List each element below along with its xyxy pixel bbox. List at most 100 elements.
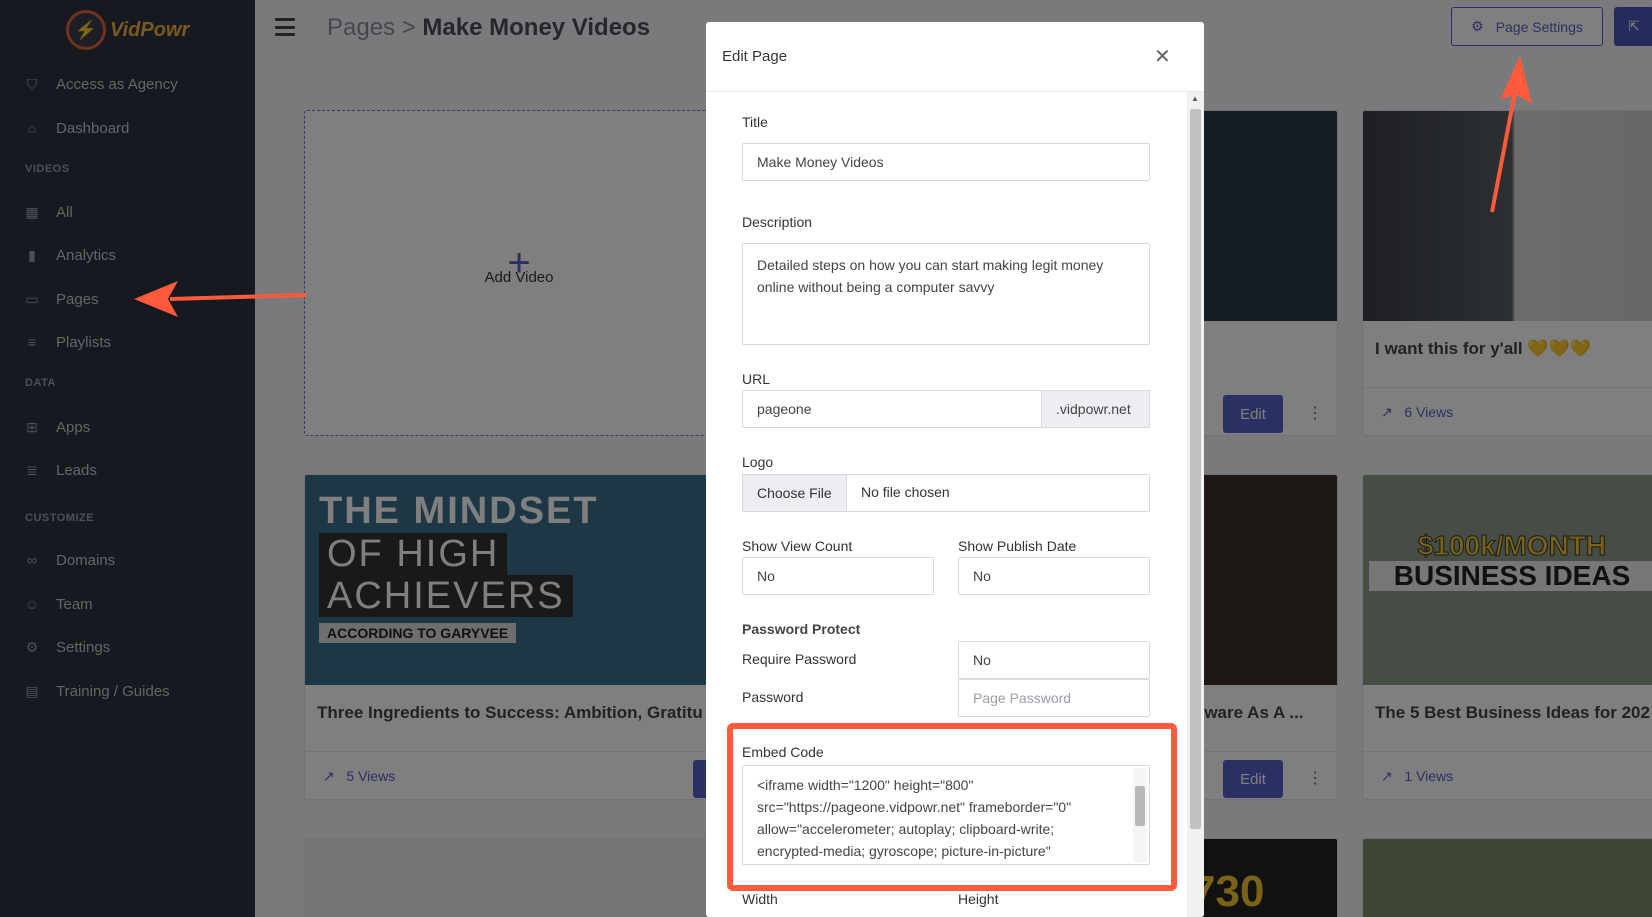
- external-link-button[interactable]: ⇱: [1614, 7, 1652, 46]
- sidebar-item-settings[interactable]: ⚙ Settings: [24, 635, 110, 659]
- width-label: Width: [742, 891, 778, 907]
- section-videos: VIDEOS: [25, 163, 70, 175]
- video-card[interactable]: [304, 838, 734, 917]
- users-icon: ☺: [24, 596, 40, 612]
- book-icon: ▤: [25, 683, 39, 699]
- sidebar-item-all[interactable]: ▦ All: [24, 200, 72, 224]
- show-view-count-select[interactable]: No: [742, 557, 934, 595]
- password-input[interactable]: Page Password: [958, 679, 1150, 717]
- sidebar-item-dashboard[interactable]: ⌂ Dashboard: [24, 116, 130, 140]
- video-card[interactable]: THE MINDSET OF HIGH ACHIEVERS ACCORDING …: [304, 474, 734, 800]
- password-protect-heading: Password Protect: [742, 621, 861, 637]
- logo-label: Logo: [742, 454, 774, 470]
- embed-scrollbar[interactable]: [1133, 768, 1147, 862]
- film-icon: ▦: [25, 204, 39, 220]
- sidebar-item-label: Dashboard: [56, 119, 130, 137]
- video-card[interactable]: I want this for y'all 💛💛💛 ↗ 6 Views: [1362, 110, 1652, 436]
- video-thumbnail[interactable]: [1363, 111, 1652, 321]
- gear-icon: ⚙: [25, 639, 39, 655]
- card-footer: Edit ⋮: [1191, 387, 1337, 435]
- sidebar-item-label: Pages: [56, 290, 99, 308]
- video-thumbnail[interactable]: [1191, 111, 1337, 321]
- title-label: Title: [742, 114, 768, 130]
- link-icon: ∞: [27, 552, 37, 568]
- show-publish-date-select[interactable]: No: [958, 557, 1150, 595]
- sidebar-item-domains[interactable]: ∞ Domains: [24, 548, 115, 572]
- folder-icon: ▭: [25, 291, 39, 307]
- sidebar-item-label: Apps: [56, 418, 91, 436]
- close-icon[interactable]: ✕: [1154, 44, 1171, 69]
- modal-scrollbar[interactable]: ▲: [1187, 92, 1204, 917]
- url-suffix: .vidpowr.net: [1041, 390, 1150, 428]
- video-thumbnail[interactable]: [1191, 475, 1337, 685]
- card-title: I want this for y'all 💛💛💛: [1375, 339, 1591, 358]
- description-textarea[interactable]: Detailed steps on how you can start maki…: [742, 243, 1150, 345]
- add-video-label: Add Video: [484, 268, 554, 286]
- card-footer: ↗ 5 Views: [305, 751, 733, 799]
- video-thumbnail[interactable]: THE MINDSET OF HIGH ACHIEVERS ACCORDING …: [305, 475, 733, 685]
- trend-icon: ↗: [1381, 768, 1393, 784]
- thumb-line1: THE MINDSET: [319, 490, 599, 532]
- password-label: Password: [742, 689, 804, 705]
- scroll-up-icon[interactable]: ▲: [1191, 94, 1199, 103]
- card-title: The 5 Best Business Ideas for 202: [1375, 703, 1650, 722]
- video-card[interactable]: [1362, 838, 1652, 917]
- video-card[interactable]: ftware As A ... Edit ⋮: [1190, 474, 1338, 800]
- url-label: URL: [742, 371, 771, 387]
- sidebar-item-apps[interactable]: ⊞ Apps: [24, 415, 90, 439]
- video-card[interactable]: Edit ⋮: [1190, 110, 1338, 436]
- sidebar-item-label: Settings: [56, 638, 111, 656]
- trend-icon: ↗: [323, 768, 335, 784]
- scrollbar-thumb[interactable]: [1190, 109, 1201, 829]
- gear-icon: ⚙: [1471, 18, 1484, 34]
- embed-code-text: <iframe width="1200" height="800" src="h…: [757, 777, 1072, 859]
- sidebar-item-pages[interactable]: ▭ Pages: [24, 287, 99, 311]
- sidebar-item-team[interactable]: ☺ Team: [24, 592, 93, 616]
- sidebar-item-training[interactable]: ▤ Training / Guides: [24, 679, 170, 703]
- height-label: Height: [958, 891, 999, 907]
- sidebar-item-label: Analytics: [56, 246, 117, 264]
- more-options-icon[interactable]: ⋮: [1307, 403, 1323, 423]
- sidebar-item-label: Leads: [56, 461, 97, 479]
- edit-button[interactable]: Edit: [1223, 395, 1283, 433]
- views-count: ↗ 6 Views: [1381, 404, 1453, 421]
- logo[interactable]: ⚡ VidPowr: [66, 10, 189, 50]
- bar-chart-icon: ▮: [28, 247, 36, 263]
- sidebar-item-leads[interactable]: ≣ Leads: [24, 458, 97, 482]
- database-icon: ≣: [26, 462, 38, 478]
- menu-toggle-icon[interactable]: [275, 18, 295, 36]
- section-customize: CUSTOMIZE: [25, 512, 95, 524]
- url-input[interactable]: pageone: [742, 390, 1042, 428]
- edit-button[interactable]: Edit: [1223, 760, 1283, 798]
- more-options-icon[interactable]: ⋮: [1307, 768, 1323, 788]
- logo-text: VidPowr: [110, 18, 190, 41]
- breadcrumb-parent[interactable]: Pages: [327, 14, 395, 41]
- section-data: DATA: [25, 377, 56, 389]
- title-input[interactable]: Make Money Videos: [742, 143, 1150, 181]
- grid-icon: ⊞: [26, 419, 38, 435]
- page-title: Make Money Videos: [422, 14, 651, 41]
- shield-icon: ⛉: [26, 76, 38, 92]
- logo-icon: ⚡: [66, 10, 106, 50]
- sidebar-item-label: Training / Guides: [56, 682, 170, 700]
- page-settings-button[interactable]: ⚙ Page Settings: [1451, 7, 1603, 46]
- video-card[interactable]: $100k/MONTH BUSINESS IDEAS The 5 Best Bu…: [1362, 474, 1652, 800]
- embed-code-textarea[interactable]: <iframe width="1200" height="800" src="h…: [742, 765, 1150, 865]
- modal-header: Edit Page ✕: [706, 22, 1204, 92]
- sidebar-item-analytics[interactable]: ▮ Analytics: [24, 243, 116, 267]
- video-thumbnail[interactable]: $100k/MONTH BUSINESS IDEAS: [1363, 475, 1652, 685]
- sidebar-item-playlists[interactable]: ≡ Playlists: [24, 330, 111, 354]
- video-card[interactable]: 730: [1190, 838, 1338, 917]
- home-icon: ⌂: [27, 120, 37, 136]
- trend-icon: ↗: [1381, 404, 1393, 420]
- description-label: Description: [742, 214, 813, 230]
- require-password-select[interactable]: No: [958, 641, 1150, 679]
- add-video-card[interactable]: + Add Video: [304, 110, 734, 436]
- embed-scrollbar-thumb[interactable]: [1135, 786, 1145, 826]
- list-icon: ≡: [27, 334, 37, 350]
- sidebar-item-access-agency[interactable]: ⛉ Access as Agency: [24, 72, 178, 96]
- embed-code-label: Embed Code: [742, 744, 824, 760]
- views-label: 6 Views: [1404, 404, 1454, 420]
- choose-file-button[interactable]: Choose File: [742, 474, 847, 512]
- sidebar-item-label: Team: [56, 595, 93, 613]
